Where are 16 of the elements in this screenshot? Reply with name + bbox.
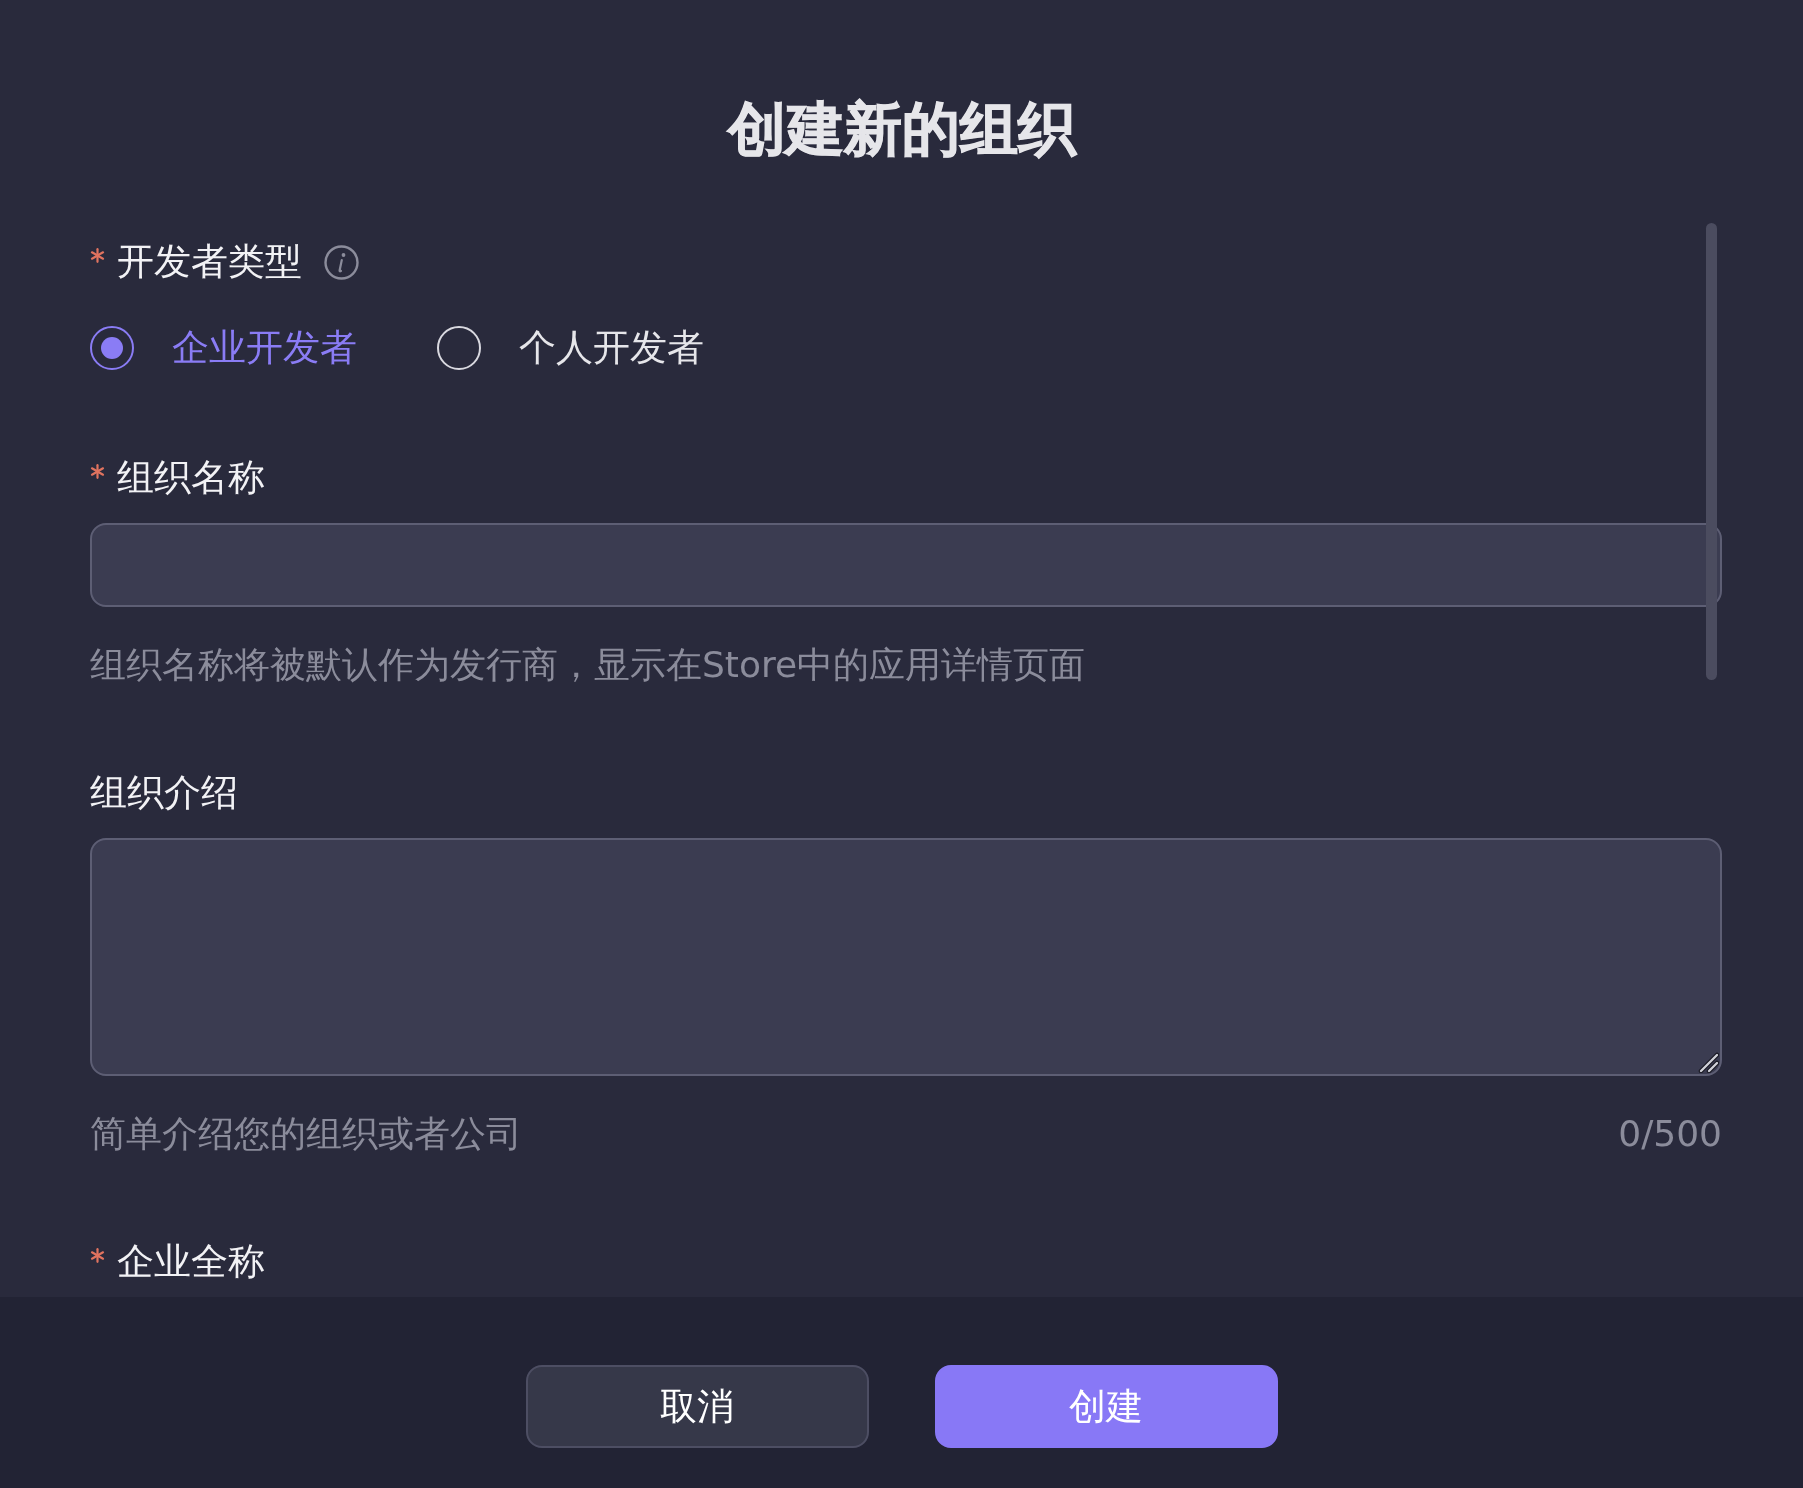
resize-handle-icon[interactable] [1697,1051,1719,1073]
helper-text: 组织名称将被默认作为发行商，显示在Store中的应用详情页面 [90,643,1086,687]
textarea-field[interactable] [90,838,1722,1076]
dialog-title: 创建新的组织 [727,94,1076,164]
field-label: 开发者类型 [117,239,302,285]
field-label: 企业全称 [117,1239,265,1285]
cancel-button[interactable]: 取消 [525,1365,869,1448]
radio-label[interactable]: 企业开发者 [172,325,357,371]
text-input-field[interactable] [90,523,1722,607]
radio-button[interactable] [90,326,134,370]
helper-text: 简单介绍您的组织或者公司 [90,1112,522,1156]
field-label: 组织名称 [117,455,265,501]
scrollbar-thumb[interactable] [1706,223,1717,680]
field-label: 组织介绍 [90,770,238,816]
character-counter: 0/500 [1618,1112,1722,1156]
radio-label[interactable]: 个人开发者 [519,325,704,371]
